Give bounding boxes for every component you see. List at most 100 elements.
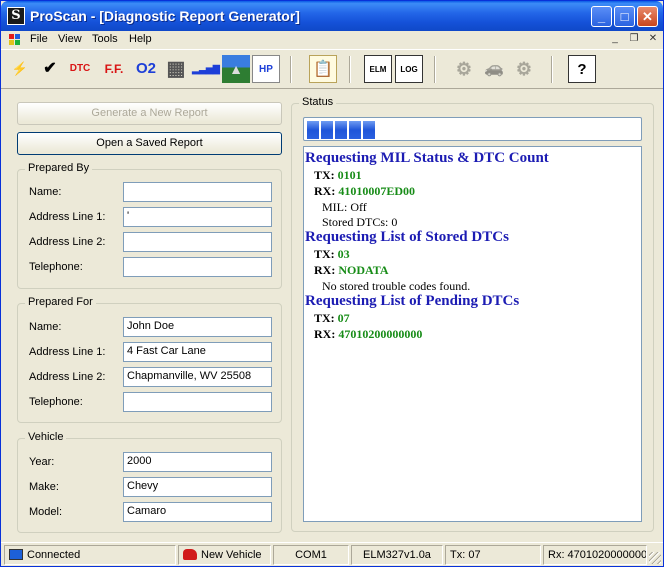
elm-icon: ELM [369,65,387,74]
maximize-button[interactable]: □ [614,6,635,27]
engine-button[interactable]: ⚙ [450,55,478,83]
log-heading: Requesting List of Stored DTCs [305,229,509,245]
app-window: S ProScan - [Diagnostic Report Generator… [0,0,664,567]
prepared-for-address2-label: Address Line 2: [29,371,106,383]
log-rx-label: RX: [314,184,336,198]
close-button[interactable]: ✕ [637,6,658,27]
prepared-by-telephone-label: Telephone: [29,261,83,273]
prepared-for-name-label: Name: [29,321,62,333]
checkmark-icon: ✔ [43,60,57,77]
log-note: Stored DTCs: 0 [322,215,398,229]
window-title: ProScan - [Diagnostic Report Generator] [30,8,300,24]
log-tx-line: TX: 07 [314,311,350,326]
minimize-icon: _ [597,9,606,24]
connect-button[interactable]: ⚡ [6,55,34,83]
log-rx-value: 47010200000000 [338,327,423,341]
log-rx-label: RX: [314,327,336,341]
status-group: Status Requesting MIL Status & DTC Count… [291,96,654,532]
vehicle-year-field[interactable]: 2000 [123,452,272,472]
connection-status: Connected [4,545,176,565]
gear-button[interactable]: ⚙ [510,55,538,83]
mdi-close-icon[interactable]: ✕ [646,33,660,47]
status-title: Status [299,96,337,108]
prepared-by-address2-field[interactable] [123,232,272,252]
toolbar-separator [349,56,351,83]
toolbar: ⚡ ✔ DTC F.F. O2 ▦ ▂▃▅▇ ▲ HP 📋 ELM LOG ⚙ … [1,49,663,89]
title-bar[interactable]: S ProScan - [Diagnostic Report Generator… [1,1,663,31]
log-tx-line: TX: 03 [314,247,350,262]
graph-button[interactable]: ▂▃▅▇ [192,55,220,83]
prepared-for-name-field[interactable]: John Doe [123,317,272,337]
vehicle-make-field[interactable]: Chevy [123,477,272,497]
road-button[interactable]: ▲ [222,55,250,83]
mdi-restore-icon[interactable]: ❐ [627,33,641,47]
prepared-for-title: Prepared For [25,296,96,308]
log-rx-value: 41010007ED00 [338,184,415,198]
log-heading: Requesting List of Pending DTCs [305,293,520,309]
tx-status: Tx: 07 [445,545,541,565]
vehicle-model-label: Model: [29,506,63,518]
help-button[interactable]: ? [568,55,596,83]
prepared-by-address1-label: Address Line 1: [29,211,106,223]
car-icon: 🚗 [484,60,504,77]
report-button[interactable]: 📋 [309,55,337,83]
prepared-by-address1-field[interactable]: ' [123,207,272,227]
menu-tools[interactable]: Tools [92,33,118,45]
table-icon: ▦ [166,58,186,80]
log-rx-line: RX: 41010007ED00 [314,184,415,199]
progress-block [349,121,361,139]
log-icon: LOG [400,65,418,74]
freeze-frame-button[interactable]: F.F. [98,55,130,83]
checkmark-button[interactable]: ✔ [36,55,64,83]
progress-block [363,121,375,139]
menu-view[interactable]: View [58,33,82,45]
o2-sensor-icon: O2 [135,60,156,77]
prepared-by-name-field[interactable] [123,182,272,202]
progress-block [321,121,333,139]
dtc-button[interactable]: DTC [66,55,94,83]
elm-button[interactable]: ELM [364,55,392,83]
horsepower-icon: HP [259,64,273,75]
document-menu-icon[interactable] [9,34,23,47]
generate-report-button[interactable]: Generate a New Report [17,102,282,125]
table-button[interactable]: ▦ [162,55,190,83]
minimize-button[interactable]: _ [591,6,612,27]
log-button[interactable]: LOG [395,55,423,83]
toolbar-separator [434,56,436,83]
log-tx-value: 03 [337,247,350,261]
vehicle-status: New Vehicle [178,545,271,565]
o2-sensor-button[interactable]: O2 [132,55,160,83]
prepared-for-address1-field[interactable]: 4 Fast Car Lane [123,342,272,362]
prepared-for-address2-field[interactable]: Chapmanville, WV 25508 [123,367,272,387]
log-heading: Requesting MIL Status & DTC Count [305,150,549,166]
close-icon: ✕ [642,9,653,24]
graph-icon: ▂▃▅▇ [192,64,220,74]
prepared-by-title: Prepared By [25,162,93,174]
resize-grip[interactable] [649,552,661,564]
vehicle-model-field[interactable]: Camaro [123,502,272,522]
prepared-by-group: Prepared By Name: Address Line 1: ' Addr… [17,162,282,289]
dtc-icon: DTC [69,63,91,74]
road-icon: ▲ [229,61,243,77]
help-icon: ? [577,61,587,78]
progress-bar [303,117,642,141]
connect-icon: ⚡ [11,61,29,76]
mdi-minimize-icon[interactable]: _ [608,33,622,47]
prepared-by-address2-label: Address Line 2: [29,236,106,248]
vehicle-title: Vehicle [25,431,67,443]
status-log[interactable]: Requesting MIL Status & DTC Count TX: 01… [303,146,642,522]
car-button[interactable]: 🚗 [480,55,508,83]
open-report-button[interactable]: Open a Saved Report [17,132,282,155]
vehicle-make-label: Make: [29,481,59,493]
prepared-by-telephone-field[interactable] [123,257,272,277]
menu-file[interactable]: File [30,33,48,45]
car-icon [183,549,197,560]
freeze-frame-icon: F.F. [104,62,124,76]
proscan-app-icon[interactable]: S [7,7,25,25]
engine-icon: ⚙ [455,59,473,79]
log-note: MIL: Off [322,200,367,214]
horsepower-button[interactable]: HP [252,55,280,83]
prepared-for-telephone-field[interactable] [123,392,272,412]
menu-help[interactable]: Help [129,33,152,45]
prepared-for-telephone-label: Telephone: [29,396,83,408]
